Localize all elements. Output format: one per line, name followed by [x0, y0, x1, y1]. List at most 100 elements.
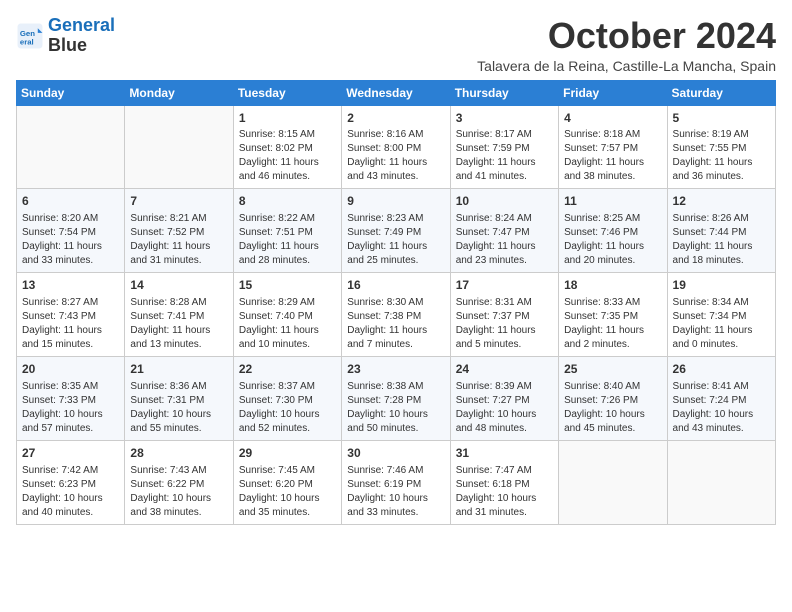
day-info: Daylight: 10 hours and 45 minutes. — [564, 408, 661, 436]
day-number: 20 — [22, 361, 119, 378]
calendar-cell: 23Sunrise: 8:38 AMSunset: 7:28 PMDayligh… — [342, 356, 450, 440]
day-info: Sunset: 8:02 PM — [239, 142, 336, 156]
day-info: Sunset: 7:41 PM — [130, 310, 227, 324]
month-title: October 2024 — [477, 16, 776, 56]
day-number: 16 — [347, 277, 444, 294]
day-info: Sunset: 6:18 PM — [456, 478, 553, 492]
calendar-cell: 9 Sunrise: 8:23 AMSunset: 7:49 PMDaylight… — [342, 189, 450, 273]
day-info: Daylight: 11 hours and 43 minutes. — [347, 156, 444, 184]
title-block: October 2024 Talavera de la Reina, Casti… — [477, 16, 776, 74]
day-info: Sunrise: 8:41 AM — [673, 380, 770, 394]
day-number: 15 — [239, 277, 336, 294]
calendar-week-row: 20 Sunrise: 8:35 AMSunset: 7:33 PM Dayligh… — [17, 356, 776, 440]
day-info: Daylight: 10 hours and 35 minutes. — [239, 492, 336, 520]
weekday-header-thursday: Thursday — [450, 80, 558, 105]
day-info: Daylight: 10 hours and 43 minutes. — [673, 408, 770, 436]
calendar-cell — [125, 105, 233, 189]
day-number: 22 — [239, 361, 336, 378]
day-info: Daylight: 11 hours and 25 minutes. — [347, 240, 444, 268]
weekday-header-friday: Friday — [559, 80, 667, 105]
day-info: Sunrise: 8:28 AM — [130, 296, 227, 310]
day-info: Sunrise: 8:33 AM — [564, 296, 661, 310]
day-info: Sunset: 7:38 PM — [347, 310, 444, 324]
svg-text:Gen: Gen — [20, 29, 35, 38]
day-info: Sunrise: 8:27 AM — [22, 296, 119, 310]
day-info: Daylight: 11 hours and 20 minutes. — [564, 240, 661, 268]
day-number: 30 — [347, 445, 444, 462]
day-info: Daylight: 11 hours and 41 minutes. — [456, 156, 553, 184]
day-info: Sunset: 7:30 PM — [239, 394, 336, 408]
day-info: Sunset: 7:49 PM — [347, 226, 444, 240]
day-info: Sunrise: 8:39 AM — [456, 380, 553, 394]
calendar-cell: 12Sunrise: 8:26 AMSunset: 7:44 PMDayligh… — [667, 189, 775, 273]
svg-text:eral: eral — [20, 37, 34, 46]
day-number: 2 — [347, 110, 444, 127]
day-info: Daylight: 11 hours and 36 minutes. — [673, 156, 770, 184]
day-info: Sunrise: 7:45 AM — [239, 464, 336, 478]
day-number: 14 — [130, 277, 227, 294]
day-info: Daylight: 11 hours and 33 minutes. — [22, 240, 119, 268]
calendar-cell: 10Sunrise: 8:24 AMSunset: 7:47 PMDayligh… — [450, 189, 558, 273]
day-info: Daylight: 10 hours and 52 minutes. — [239, 408, 336, 436]
day-info: Sunrise: 8:22 AM — [239, 212, 336, 226]
day-number: 1 — [239, 110, 336, 127]
day-info: Sunset: 7:33 PM — [22, 394, 119, 408]
day-number: 24 — [456, 361, 553, 378]
calendar-cell: 17Sunrise: 8:31 AMSunset: 7:37 PMDayligh… — [450, 273, 558, 357]
day-info: Sunset: 7:57 PM — [564, 142, 661, 156]
day-info: Sunrise: 8:17 AM — [456, 128, 553, 142]
day-info: Sunrise: 8:34 AM — [673, 296, 770, 310]
day-info: Daylight: 11 hours and 15 minutes. — [22, 324, 119, 352]
day-info: Sunset: 7:26 PM — [564, 394, 661, 408]
calendar-cell — [667, 440, 775, 524]
calendar-cell: 13Sunrise: 8:27 AMSunset: 7:43 PMDayligh… — [17, 273, 125, 357]
calendar-week-row: 13Sunrise: 8:27 AMSunset: 7:43 PMDayligh… — [17, 273, 776, 357]
day-number: 29 — [239, 445, 336, 462]
day-info: Sunset: 6:23 PM — [22, 478, 119, 492]
day-info: Daylight: 10 hours and 50 minutes. — [347, 408, 444, 436]
day-number: 10 — [456, 193, 553, 210]
weekday-header-tuesday: Tuesday — [233, 80, 341, 105]
day-info: Sunrise: 8:31 AM — [456, 296, 553, 310]
calendar-cell: 16Sunrise: 8:30 AMSunset: 7:38 PMDayligh… — [342, 273, 450, 357]
calendar-cell: 22Sunrise: 8:37 AMSunset: 7:30 PMDayligh… — [233, 356, 341, 440]
day-info: Sunset: 7:44 PM — [673, 226, 770, 240]
day-info: Sunset: 7:40 PM — [239, 310, 336, 324]
day-info: Sunset: 7:34 PM — [673, 310, 770, 324]
calendar-cell: 31Sunrise: 7:47 AMSunset: 6:18 PMDayligh… — [450, 440, 558, 524]
day-number: 11 — [564, 193, 661, 210]
day-info: Sunset: 7:59 PM — [456, 142, 553, 156]
weekday-header-saturday: Saturday — [667, 80, 775, 105]
day-info: Sunrise: 8:15 AM — [239, 128, 336, 142]
weekday-header-monday: Monday — [125, 80, 233, 105]
day-number: 7 — [130, 193, 227, 210]
logo-line2: Blue — [48, 35, 87, 55]
day-info: Sunrise: 8:24 AM — [456, 212, 553, 226]
calendar-table: SundayMondayTuesdayWednesdayThursdayFrid… — [16, 80, 776, 525]
day-info: Sunrise: 8:19 AM — [673, 128, 770, 142]
calendar-cell: 19Sunrise: 8:34 AMSunset: 7:34 PMDayligh… — [667, 273, 775, 357]
day-number: 9 — [347, 193, 444, 210]
day-info: Sunrise: 8:35 AM — [22, 380, 119, 394]
day-info: Sunset: 7:28 PM — [347, 394, 444, 408]
day-info: Daylight: 11 hours and 28 minutes. — [239, 240, 336, 268]
day-info: Daylight: 11 hours and 7 minutes. — [347, 324, 444, 352]
day-info: Sunset: 7:52 PM — [130, 226, 227, 240]
day-info: Sunrise: 7:46 AM — [347, 464, 444, 478]
day-info: Sunrise: 8:23 AM — [347, 212, 444, 226]
calendar-week-row: 6Sunrise: 8:20 AMSunset: 7:54 PMDaylight… — [17, 189, 776, 273]
day-info: Sunrise: 8:20 AM — [22, 212, 119, 226]
day-info: Sunset: 6:22 PM — [130, 478, 227, 492]
calendar-week-row: 27Sunrise: 7:42 AMSunset: 6:23 PMDayligh… — [17, 440, 776, 524]
day-number: 27 — [22, 445, 119, 462]
logo: Gen eral General Blue — [16, 16, 115, 56]
day-info: Daylight: 11 hours and 5 minutes. — [456, 324, 553, 352]
day-info: Sunset: 7:47 PM — [456, 226, 553, 240]
calendar-cell: 6Sunrise: 8:20 AMSunset: 7:54 PMDaylight… — [17, 189, 125, 273]
weekday-header-sunday: Sunday — [17, 80, 125, 105]
weekday-header-wednesday: Wednesday — [342, 80, 450, 105]
calendar-cell: 29Sunrise: 7:45 AMSunset: 6:20 PMDayligh… — [233, 440, 341, 524]
day-info: Daylight: 10 hours and 55 minutes. — [130, 408, 227, 436]
day-info: Daylight: 11 hours and 2 minutes. — [564, 324, 661, 352]
day-info: Daylight: 11 hours and 46 minutes. — [239, 156, 336, 184]
